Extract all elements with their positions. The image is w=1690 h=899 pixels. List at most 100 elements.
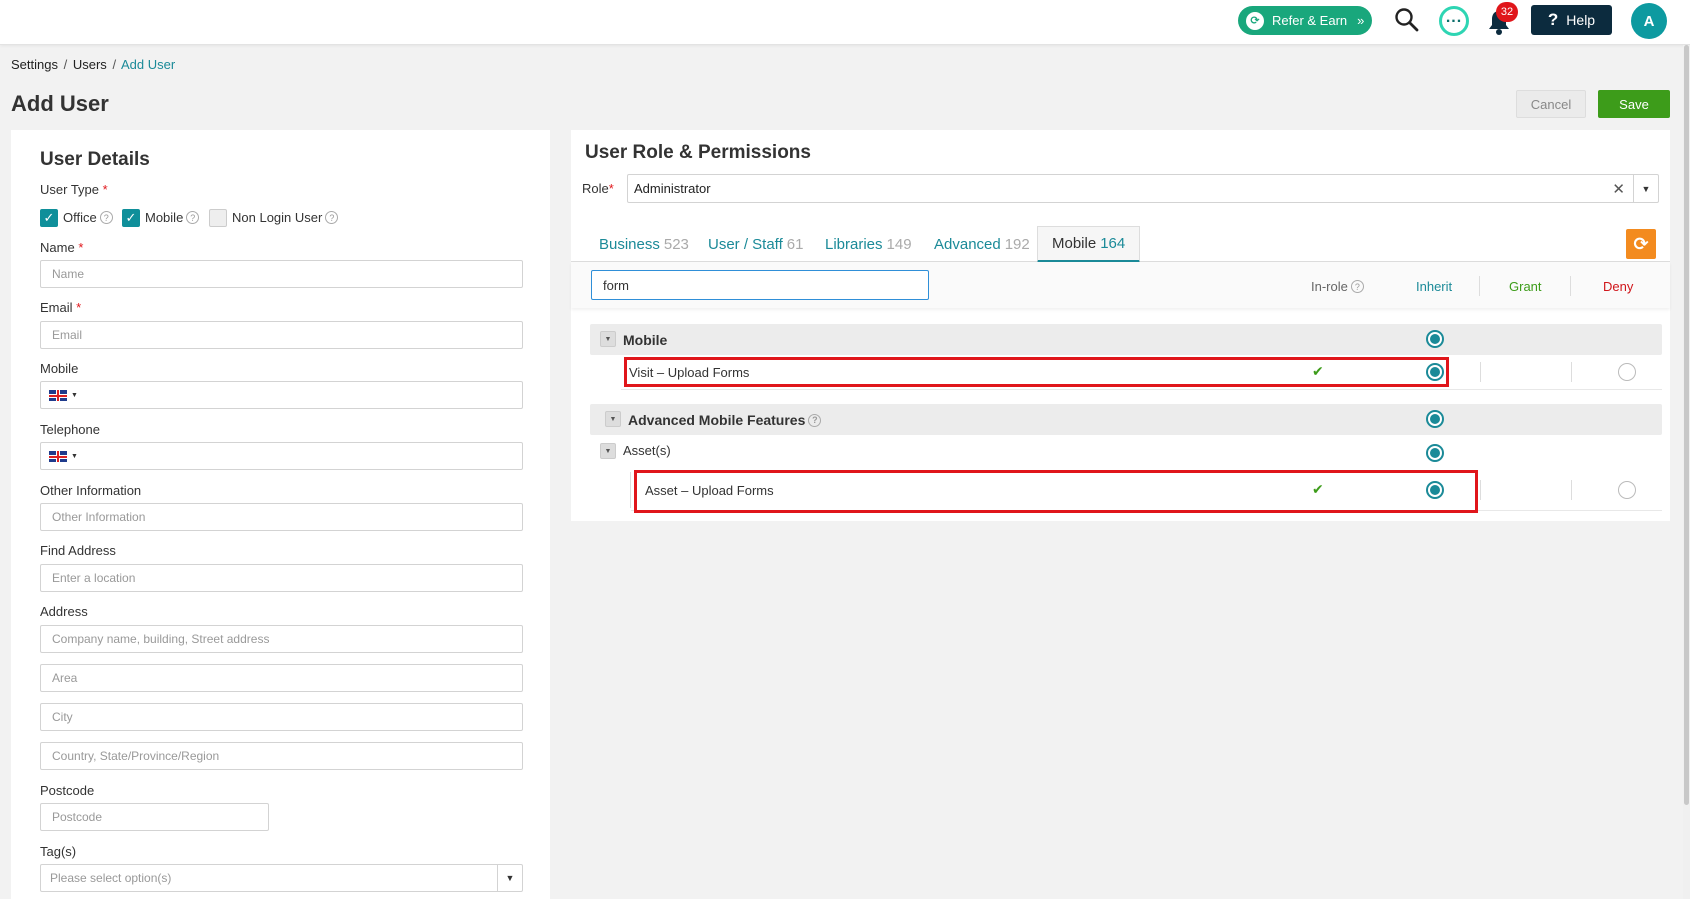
permissions-title: User Role & Permissions (585, 142, 811, 163)
tab-mobile[interactable]: Mobile 164 (1037, 226, 1141, 263)
column-divider (1571, 480, 1572, 500)
email-input[interactable]: Email (40, 321, 523, 349)
tags-placeholder: Please select option(s) (50, 871, 172, 885)
chat-icon[interactable]: ... (1439, 6, 1469, 36)
refer-earn-label: Refer & Earn (1272, 13, 1348, 28)
role-select[interactable]: Administrator ✕ ▼ (627, 174, 1659, 203)
name-label: Name * (40, 240, 84, 255)
in-role-header: In-role? (1311, 279, 1364, 294)
user-type-label: User Type * (40, 182, 108, 197)
inherit-radio[interactable] (1426, 330, 1444, 348)
help-icon: ? (808, 413, 822, 427)
postcode-label: Postcode (40, 783, 95, 798)
mobile-checkbox[interactable]: ✓ (122, 209, 140, 227)
permission-tabs: Business 523 User / Staff 61 Libraries 149 … (571, 226, 1670, 263)
mobile-input[interactable]: ▼ (40, 381, 523, 409)
other-information-label: Other Information (40, 483, 142, 498)
tab-user-staff[interactable]: User / Staff 61 (694, 226, 817, 262)
find-address-input[interactable]: Enter a location (40, 564, 523, 592)
collapse-icon[interactable]: ▼ (600, 443, 616, 459)
email-label: Email * (40, 300, 82, 315)
double-chevron-right-icon: » (1357, 13, 1365, 28)
find-address-label: Find Address (40, 543, 116, 558)
collapse-icon[interactable]: ▼ (600, 331, 616, 347)
clear-icon[interactable]: ✕ (1612, 180, 1625, 198)
breadcrumb-separator: / (112, 57, 117, 72)
breadcrumb-add-user: Add User (120, 57, 176, 72)
tags-select[interactable]: Please select option(s) ▼ (40, 864, 523, 892)
row-divider (621, 389, 1662, 390)
refresh-icon: ⟳ (1633, 233, 1649, 254)
tab-libraries[interactable]: Libraries 149 (811, 226, 926, 262)
office-checkbox[interactable]: ✓ (40, 209, 58, 227)
tree-line (630, 472, 631, 508)
highlight-box (624, 357, 1449, 387)
telephone-label: Telephone (40, 422, 100, 437)
area-input[interactable]: Area (40, 664, 523, 692)
address-label: Address (40, 604, 88, 619)
refer-icon: ⟳ (1246, 11, 1264, 30)
breadcrumb-separator: / (63, 57, 68, 72)
mobile-label: Mobile? (145, 210, 200, 225)
help-icon: ? (186, 211, 200, 224)
tags-label: Tag(s) (40, 844, 77, 859)
deny-radio[interactable] (1618, 363, 1636, 381)
inherit-radio[interactable] (1426, 444, 1444, 462)
top-bar: ⟳ Refer & Earn » ... 32 ? Help A (0, 0, 1690, 45)
non-login-user-label: Non Login User? (232, 210, 339, 225)
help-icon: ? (99, 211, 113, 224)
non-login-user-checkbox[interactable] (209, 209, 227, 227)
permission-search-input[interactable]: form (591, 270, 929, 300)
help-label: Help (1566, 12, 1596, 28)
other-information-input[interactable]: Other Information (40, 503, 523, 531)
deny-header[interactable]: Deny (1603, 279, 1633, 294)
grant-header[interactable]: Grant (1509, 279, 1542, 294)
cancel-button[interactable]: Cancel (1516, 90, 1586, 118)
help-icon: ? (1350, 280, 1364, 293)
scrollbar-thumb[interactable] (1684, 45, 1689, 805)
highlight-box (634, 470, 1478, 513)
help-button[interactable]: ? Help (1531, 5, 1612, 35)
breadcrumb-settings[interactable]: Settings (11, 57, 58, 72)
question-icon: ? (1547, 10, 1559, 29)
inherit-header[interactable]: Inherit (1416, 279, 1452, 294)
user-details-panel: User Details User Type * ✓ Office? ✓ Mob… (11, 130, 550, 899)
search-icon[interactable] (1393, 6, 1421, 34)
mobile-field-label: Mobile (40, 361, 79, 376)
role-label: Role* (582, 181, 614, 196)
column-divider (1479, 276, 1480, 296)
column-divider (1571, 362, 1572, 382)
office-label: Office? (63, 210, 113, 225)
telephone-input[interactable]: ▼ (40, 442, 523, 470)
deny-radio[interactable] (1618, 481, 1636, 499)
role-value: Administrator (634, 181, 711, 196)
group-row-mobile (590, 324, 1662, 355)
street-address-input[interactable]: Company name, building, Street address (40, 625, 523, 653)
refresh-button[interactable]: ⟳ (1626, 229, 1656, 259)
tab-advanced[interactable]: Advanced 192 (920, 226, 1044, 262)
uk-flag-icon[interactable]: ▼ (49, 390, 78, 401)
group-label-advanced-mobile-features: Advanced Mobile Features? (628, 412, 822, 428)
city-input[interactable]: City (40, 703, 523, 731)
refer-earn-button[interactable]: ⟳ Refer & Earn » (1238, 6, 1372, 35)
column-divider (1570, 276, 1571, 296)
country-input[interactable]: Country, State/Province/Region (40, 742, 523, 770)
postcode-input[interactable]: Postcode (40, 803, 269, 831)
user-details-title: User Details (40, 149, 150, 170)
column-divider (1480, 480, 1481, 500)
subgroup-label-assets: Asset(s) (623, 443, 671, 458)
help-icon: ? (325, 211, 339, 224)
uk-flag-icon[interactable]: ▼ (49, 451, 78, 462)
collapse-icon[interactable]: ▼ (605, 411, 621, 427)
notification-badge: 32 (1496, 2, 1518, 22)
chevron-down-icon[interactable]: ▼ (497, 865, 522, 891)
save-button[interactable]: Save (1598, 90, 1670, 118)
breadcrumb-users[interactable]: Users (73, 57, 107, 72)
column-divider (1480, 362, 1481, 382)
name-input[interactable]: Name (40, 260, 523, 288)
permissions-panel: User Role & Permissions Role* Administra… (571, 130, 1670, 521)
inherit-radio[interactable] (1426, 410, 1444, 428)
tab-business[interactable]: Business 523 (585, 226, 703, 262)
chevron-down-icon[interactable]: ▼ (1633, 175, 1658, 202)
avatar[interactable]: A (1631, 3, 1667, 39)
